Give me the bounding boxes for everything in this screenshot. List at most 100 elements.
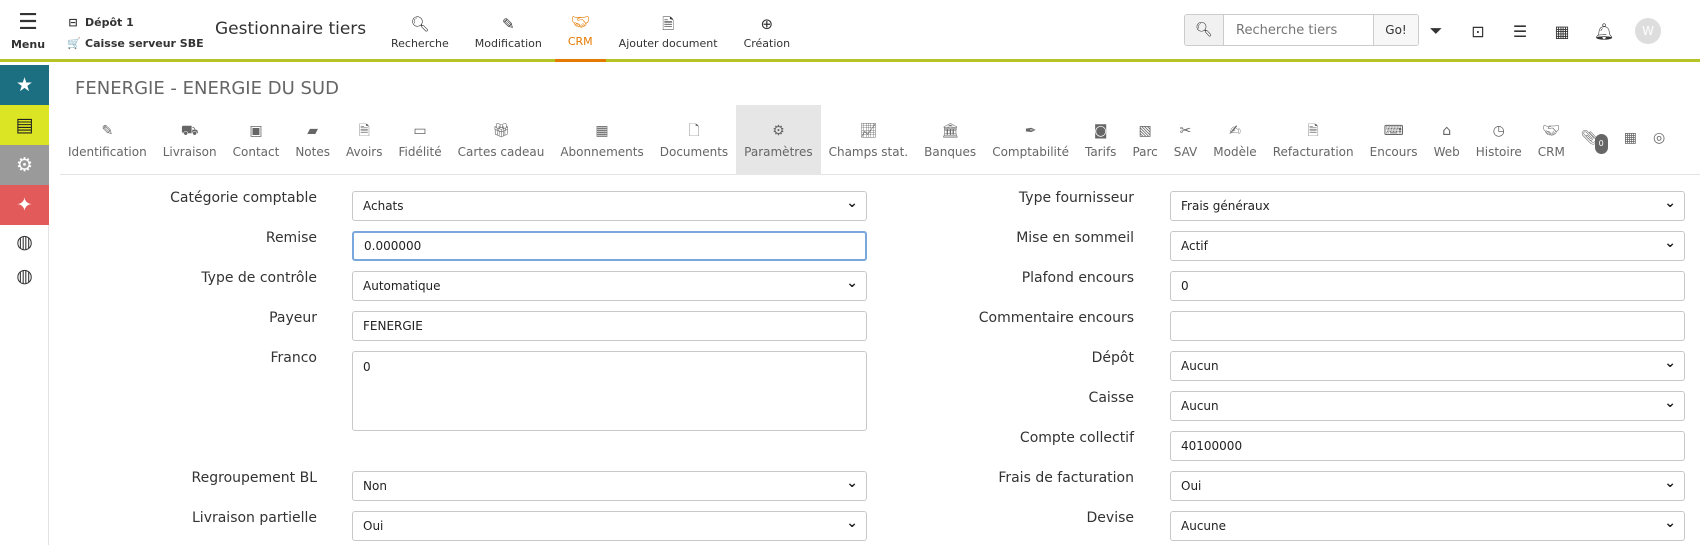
tab-refacturation[interactable]: 🗎 Refacturation (1265, 105, 1362, 175)
nav-recherche[interactable]: 🔍︎ Recherche (378, 0, 462, 62)
gift-icon: 🎁︎ (492, 123, 510, 139)
avatar[interactable]: W (1635, 18, 1661, 44)
clock-icon: ◷ (1492, 123, 1505, 139)
nav-modification[interactable]: ✎ Modification (462, 0, 555, 62)
top-nav: 🔍︎ Recherche ✎ Modification 🤝︎ CRM 🗎 Ajo… (378, 0, 803, 62)
label-plafond-encours: Plafond encours (1021, 270, 1134, 286)
label-frais-facturation: Frais de facturation (998, 470, 1134, 486)
tab-abonnements[interactable]: ▦ Abonnements (552, 105, 651, 175)
left-rail: ★ ▤ ⚙ ✦ ◍ ◍ (0, 65, 49, 545)
nav-ajouter-document[interactable]: 🗎 Ajouter document (606, 0, 731, 62)
label-caisse: Caisse (1088, 390, 1134, 406)
select-type-controle[interactable]: Automatique (352, 271, 867, 301)
search-icon: 🔍︎ (1195, 22, 1213, 38)
calendar-icon[interactable]: ▦ (1551, 22, 1573, 41)
attachment-count-badge: 0 (1594, 134, 1608, 154)
truck-icon: ⛟ (180, 123, 199, 139)
tab-contact[interactable]: ▣ Contact (225, 105, 288, 175)
robot-icon[interactable]: ⊡ (1467, 22, 1489, 41)
select-type-fournisseur[interactable]: Frais généraux (1170, 191, 1685, 221)
handshake-icon: 🤝︎ (1542, 123, 1561, 139)
tab-documents[interactable]: 🗋 Documents (652, 105, 736, 175)
picture-icon: ▧ (1138, 123, 1152, 139)
input-remise[interactable]: 0.000000 (352, 231, 867, 261)
select-mise-en-sommeil[interactable]: Actif (1170, 231, 1685, 261)
tab-bar: ✎ Identification ⛟ Livraison ▣ Contact ▰ Not… (60, 105, 1700, 175)
tab-calendar[interactable]: ▦ (1616, 105, 1645, 175)
favorites-button[interactable]: ★ (0, 65, 49, 105)
tab-sav[interactable]: ✂ SAV (1166, 105, 1206, 175)
gear-icon: ⚙ (772, 123, 785, 139)
nav-creation[interactable]: ⊕ Création (731, 0, 804, 62)
select-frais-facturation[interactable]: Oui (1170, 471, 1685, 501)
tab-tarifs[interactable]: ◙ Tarifs (1077, 105, 1124, 175)
checklist-icon[interactable]: ☰ (1509, 22, 1531, 41)
pencil-icon: ✎ (502, 14, 515, 33)
select-devise[interactable]: Aucune (1170, 511, 1685, 541)
hamburger-icon: ☰ (18, 9, 38, 35)
tab-champs-stat[interactable]: 📈︎ Champs stat. (821, 105, 917, 175)
file-edit-icon: ✍ (1229, 123, 1241, 139)
label-commentaire-encours: Commentaire encours (978, 310, 1134, 326)
depot-info[interactable]: ⊟ Dépôt 1 🛒 Caisse serveur SBE (67, 12, 204, 54)
globe-button-2[interactable]: ◍ (0, 259, 49, 293)
tab-avoirs[interactable]: 🗎 Avoirs (338, 105, 390, 175)
tab-livraison[interactable]: ⛟ Livraison (155, 105, 225, 175)
magic-button[interactable]: ✦ (0, 185, 49, 225)
page-title: FENERGIE - ENERGIE DU SUD (75, 78, 339, 99)
invoice-icon: 🗎 (358, 123, 370, 139)
settings-button[interactable]: ⚙ (0, 145, 49, 185)
tab-fingerprint[interactable]: ◎ (1645, 105, 1673, 175)
bell-icon[interactable]: 🔔︎ (1593, 22, 1615, 41)
input-commentaire-encours[interactable] (1170, 311, 1685, 341)
label-payeur: Payeur (269, 310, 317, 326)
search-icon: 🔍︎ (410, 14, 430, 33)
select-depot[interactable]: Aucun (1170, 351, 1685, 381)
select-livraison-partielle[interactable]: Oui (352, 511, 867, 541)
input-compte-collectif[interactable]: 40100000 (1170, 431, 1685, 461)
select-caisse[interactable]: Aucun (1170, 391, 1685, 421)
label-remise: Remise (265, 230, 317, 246)
store-icon: ⌂ (1442, 123, 1452, 139)
tab-notes[interactable]: ▰ Notes (287, 105, 338, 175)
menu-button[interactable]: ☰ Menu (0, 0, 56, 62)
tab-banques[interactable]: 🏛︎ Banques (916, 105, 984, 175)
tab-fidelite[interactable]: ▭ Fidélité (390, 105, 449, 175)
tab-parametres[interactable]: ⚙ Paramètres (736, 105, 821, 175)
id-card-icon: ▭ (413, 123, 427, 139)
input-payeur[interactable]: FENERGIE (352, 311, 867, 341)
calculator-icon: ▤ (15, 114, 34, 136)
document-icon: 🗎 (662, 14, 675, 33)
nav-crm[interactable]: 🤝︎ CRM (554, 0, 606, 62)
globe-icon: ◍ (16, 265, 33, 287)
tab-encours[interactable]: ⌨ Encours (1362, 105, 1426, 175)
tab-comptabilite[interactable]: ✒ Comptabilité (984, 105, 1077, 175)
calculator-button[interactable]: ▤ (0, 105, 49, 145)
paperclip-icon: 📎︎0 (1581, 128, 1608, 154)
filter-icon[interactable]: ⏷ (1425, 21, 1447, 41)
go-button[interactable]: Go! (1373, 15, 1418, 45)
bank-icon: 🏛︎ (941, 123, 960, 139)
textarea-franco[interactable]: 0 (352, 351, 867, 431)
tab-web[interactable]: ⌂ Web (1426, 105, 1468, 175)
select-categorie-comptable[interactable]: Achats (352, 191, 867, 221)
label-regroupement-bl: Regroupement BL (191, 470, 317, 486)
cash-register-icon: ⌨ (1383, 123, 1404, 139)
tab-identification[interactable]: ✎ Identification (60, 105, 155, 175)
tab-histoire[interactable]: ◷ Histoire (1468, 105, 1530, 175)
tab-modele[interactable]: ✍ Modèle (1205, 105, 1264, 175)
cart-icon: 🛒 (67, 37, 81, 50)
search-button[interactable]: 🔍︎ (1185, 15, 1224, 45)
magic-wand-icon: ✦ (16, 194, 33, 216)
input-plafond-encours[interactable]: 0 (1170, 271, 1685, 301)
tab-cartes-cadeau[interactable]: 🎁︎ Cartes cadeau (450, 105, 553, 175)
tab-crm[interactable]: 🤝︎ CRM (1530, 105, 1573, 175)
toolbar-icons: ⏷ ⊡ ☰ ▦ 🔔︎ W (1425, 18, 1661, 44)
note-icon: ▰ (307, 123, 319, 139)
search-input[interactable] (1224, 15, 1373, 45)
tab-parc[interactable]: ▧ Parc (1124, 105, 1165, 175)
globe-button-1[interactable]: ◍ (0, 225, 49, 259)
document-icon: 🗎 (1307, 123, 1319, 139)
select-regroupement-bl[interactable]: Non (352, 471, 867, 501)
tab-attachments[interactable]: 📎︎0 (1573, 105, 1616, 175)
